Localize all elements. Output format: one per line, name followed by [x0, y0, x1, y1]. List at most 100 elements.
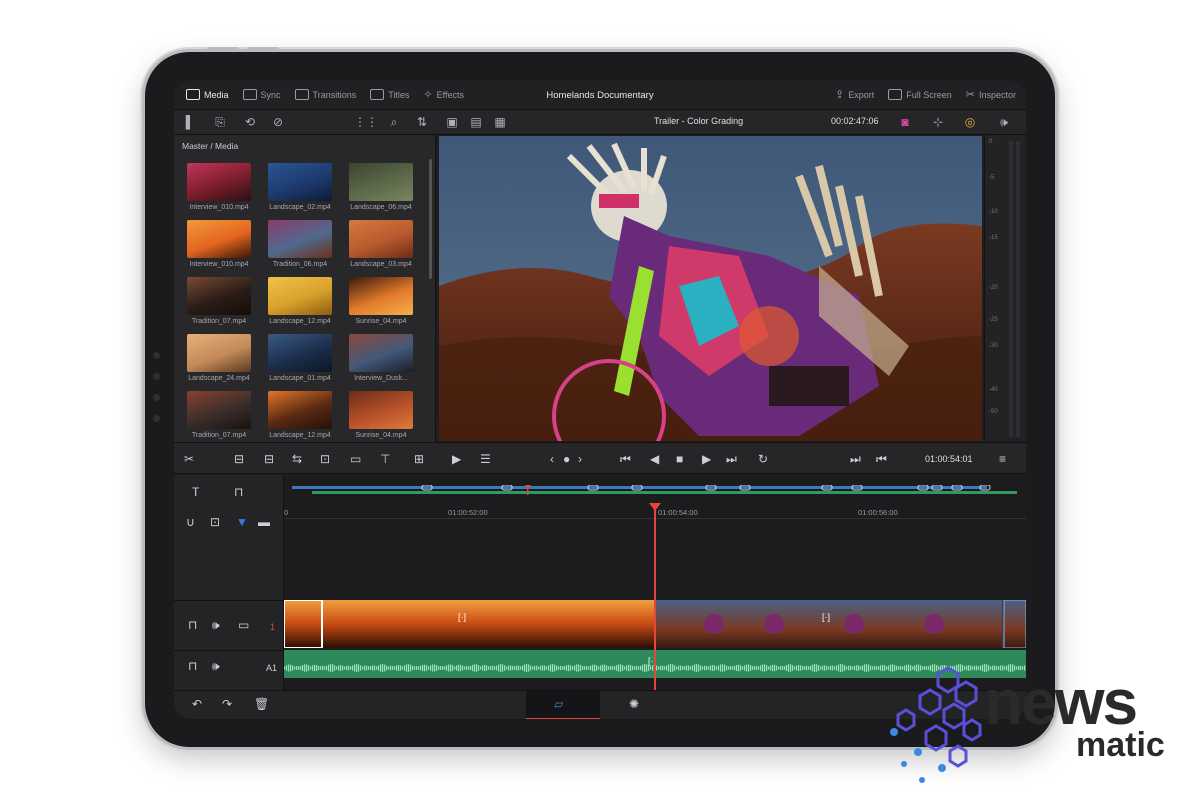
media-clip-thumbnail[interactable]: [187, 277, 251, 315]
color-page-icon[interactable]: ✺: [629, 697, 639, 711]
clip-view-icon[interactable]: ▣: [444, 114, 460, 130]
speaker-icon[interactable]: 🕪: [212, 659, 220, 673]
skip-back-icon[interactable]: ⏮: [620, 452, 631, 466]
meter-label: -5: [989, 175, 995, 181]
grid-view-icon[interactable]: ⋮⋮: [354, 114, 378, 130]
transition-marker[interactable]: [·]: [458, 612, 466, 622]
stop-icon[interactable]: ■: [676, 452, 683, 466]
nav-effects[interactable]: ✧ Effects: [423, 88, 464, 101]
media-clip-thumbnail[interactable]: [268, 163, 332, 201]
meter-label: -20: [989, 285, 998, 291]
nav-sync[interactable]: Sync: [242, 89, 281, 100]
timecode-view-icon[interactable]: ▤: [468, 114, 484, 130]
timeline-header: T ⊓ ∪ ⊡ ▼ ▬ ⊓ 🕪 ▭ 1 ⊓ 🕪 A1: [174, 475, 284, 690]
video-toggle-icon[interactable]: ▭: [238, 618, 249, 632]
menu-icon[interactable]: ≡: [999, 452, 1006, 466]
audio-icon[interactable]: 🕪: [996, 114, 1012, 130]
play-icon[interactable]: ▶: [702, 452, 711, 466]
flag-icon[interactable]: ▬: [258, 515, 270, 529]
media-clip-thumbnail[interactable]: [349, 220, 413, 258]
jog-right-icon[interactable]: ›: [578, 452, 582, 466]
sort-icon[interactable]: ⇅: [414, 114, 430, 130]
media-clip-thumbnail[interactable]: [349, 391, 413, 429]
edit-page-tab[interactable]: ▱: [526, 691, 600, 719]
nav-media[interactable]: Media: [186, 89, 229, 100]
nav-titles[interactable]: Titles: [370, 89, 409, 100]
jog-left-icon[interactable]: ‹: [550, 452, 554, 466]
insert-icon[interactable]: ⊟: [234, 452, 244, 466]
right-nav: ⇪ Export Full Screen ✂ Inspector: [835, 88, 1016, 101]
video-track-header: ⊓ 🕪 ▭ 1: [174, 600, 284, 648]
media-clip-thumbnail[interactable]: [268, 391, 332, 429]
meter-label: -50: [989, 409, 998, 415]
transition-marker[interactable]: [·]: [822, 612, 830, 622]
viewer-clip-title[interactable]: Trailer - Color Grading: [654, 116, 743, 126]
media-clip-thumbnail[interactable]: [187, 334, 251, 372]
media-clip-thumbnail[interactable]: [349, 277, 413, 315]
media-clip-name: Interview_010.mp4: [189, 261, 249, 268]
jog-dot-icon[interactable]: ●: [563, 452, 570, 466]
speaker-icon[interactable]: 🕪: [212, 618, 220, 632]
audio-scrub-icon[interactable]: ⊡: [210, 515, 220, 529]
fullscreen-button[interactable]: Full Screen: [888, 88, 952, 101]
fullscreen-icon: [888, 89, 903, 100]
fullscreen-label: Full Screen: [906, 89, 952, 100]
prev-clip-icon[interactable]: ⏮: [876, 452, 887, 466]
transform-icon[interactable]: ⊹: [930, 114, 946, 130]
media-clip-thumbnail[interactable]: [268, 277, 332, 315]
lock-move-icon[interactable]: ⊓: [234, 485, 243, 499]
search-icon[interactable]: ⌕: [386, 114, 402, 130]
marker-icon[interactable]: ▼: [236, 515, 248, 529]
media-clip-thumbnail[interactable]: [187, 391, 251, 429]
timeline-overview[interactable]: [292, 485, 1017, 495]
undo-icon[interactable]: ↶: [192, 697, 202, 711]
unlink-icon[interactable]: ⊘: [270, 114, 286, 130]
append-icon[interactable]: ⊞: [414, 452, 424, 466]
export-label: Export: [848, 89, 875, 100]
snap-icon[interactable]: ∪: [186, 515, 195, 529]
media-clip-name: Landscape_06.mp4: [350, 204, 412, 211]
skip-forward-icon[interactable]: ⏭: [726, 452, 737, 466]
media-clip-thumbnail[interactable]: [349, 163, 413, 201]
title-tool-icon[interactable]: T: [192, 485, 199, 499]
ripple-icon[interactable]: ⊤: [380, 452, 390, 466]
color-icon[interactable]: ◎: [962, 114, 978, 130]
media-clip-thumbnail[interactable]: [268, 334, 332, 372]
replace-icon[interactable]: ⇆: [292, 452, 302, 466]
next-clip-icon[interactable]: ⏭: [850, 452, 861, 466]
video-viewer[interactable]: [439, 136, 982, 441]
step-back-icon[interactable]: ◀: [650, 452, 659, 466]
settings-sliders-icon[interactable]: ☰: [480, 452, 491, 466]
trash-icon[interactable]: 🗑: [254, 697, 269, 711]
filmstrip-icon[interactable]: ▦: [492, 114, 508, 130]
meter-label: -25: [989, 317, 998, 323]
nav-transitions[interactable]: Transitions: [294, 89, 356, 100]
panel-toggle-icon[interactable]: ▌: [182, 114, 198, 130]
media-scrollbar[interactable]: [429, 159, 432, 279]
play-around-icon[interactable]: ▶: [452, 452, 461, 466]
logo-text-matic: matic: [1076, 726, 1165, 764]
media-clip-thumbnail[interactable]: [349, 334, 413, 372]
volume-button: [207, 47, 239, 52]
redo-icon[interactable]: ↷: [222, 697, 232, 711]
playhead[interactable]: [654, 505, 656, 690]
meter-label: 0: [989, 139, 993, 145]
cut-icon[interactable]: ✂: [184, 452, 194, 466]
overwrite-icon[interactable]: ⊟: [264, 452, 274, 466]
link-icon[interactable]: ⟲: [242, 114, 258, 130]
export-button[interactable]: ⇪ Export: [835, 88, 874, 101]
meter-label: -10: [989, 209, 998, 215]
media-clip-thumbnail[interactable]: [268, 220, 332, 258]
loop-icon[interactable]: ↻: [758, 452, 768, 466]
media-clip-thumbnail[interactable]: [187, 163, 251, 201]
fit-icon[interactable]: ⊡: [320, 452, 330, 466]
lock-icon[interactable]: ⊓: [188, 618, 197, 632]
media-clip-thumbnail[interactable]: [187, 220, 251, 258]
lock-icon[interactable]: ⊓: [188, 659, 197, 673]
inspector-button[interactable]: ✂ Inspector: [966, 88, 1016, 101]
camera-icon[interactable]: ◙: [897, 114, 913, 130]
logo-hex-icon: [890, 666, 982, 783]
import-icon[interactable]: ⎘: [212, 114, 228, 130]
place-on-top-icon[interactable]: ▭: [350, 452, 361, 466]
meter-label: -15: [989, 235, 998, 241]
